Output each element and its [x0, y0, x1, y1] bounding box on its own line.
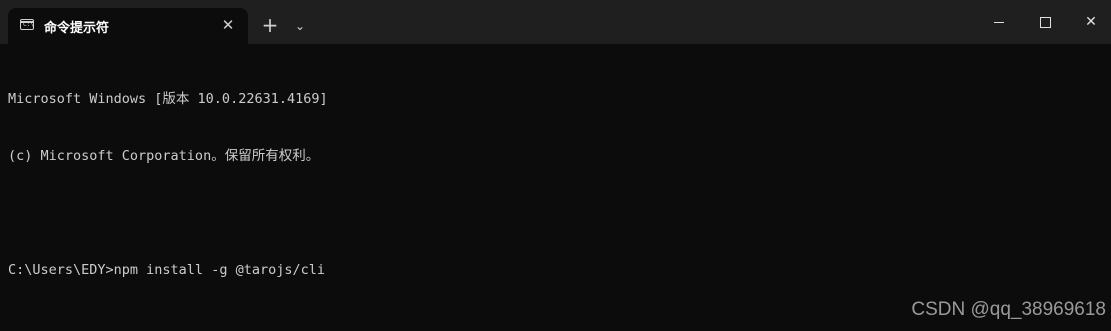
terminal-output[interactable]: Microsoft Windows [版本 10.0.22631.4169] (…: [8, 52, 1103, 299]
close-button[interactable]: ✕: [1068, 8, 1111, 36]
watermark: CSDN @qq_38969618: [911, 299, 1106, 320]
maximize-button[interactable]: [1022, 8, 1068, 36]
minimize-button[interactable]: [976, 8, 1022, 36]
terminal-line: Microsoft Windows [版本 10.0.22631.4169]: [8, 91, 328, 107]
minimize-icon: [994, 22, 1004, 23]
terminal-command-line: C:\Users\EDY>npm install -g @tarojs/cli: [8, 262, 325, 278]
terminal-line: (c) Microsoft Corporation。保留所有权利。: [8, 148, 320, 164]
command-prompt-icon: C:\: [20, 19, 34, 30]
title-bar: C:\ 命令提示符 ✕ + ⌄ ✕: [0, 0, 1111, 44]
maximize-icon: [1040, 17, 1051, 28]
new-tab-button[interactable]: +: [258, 14, 282, 38]
tab-command-prompt[interactable]: C:\ 命令提示符 ✕: [8, 8, 248, 44]
tab-dropdown-button[interactable]: ⌄: [290, 14, 310, 38]
tab-title: 命令提示符: [44, 21, 110, 36]
tab-close-button[interactable]: ✕: [218, 15, 238, 35]
